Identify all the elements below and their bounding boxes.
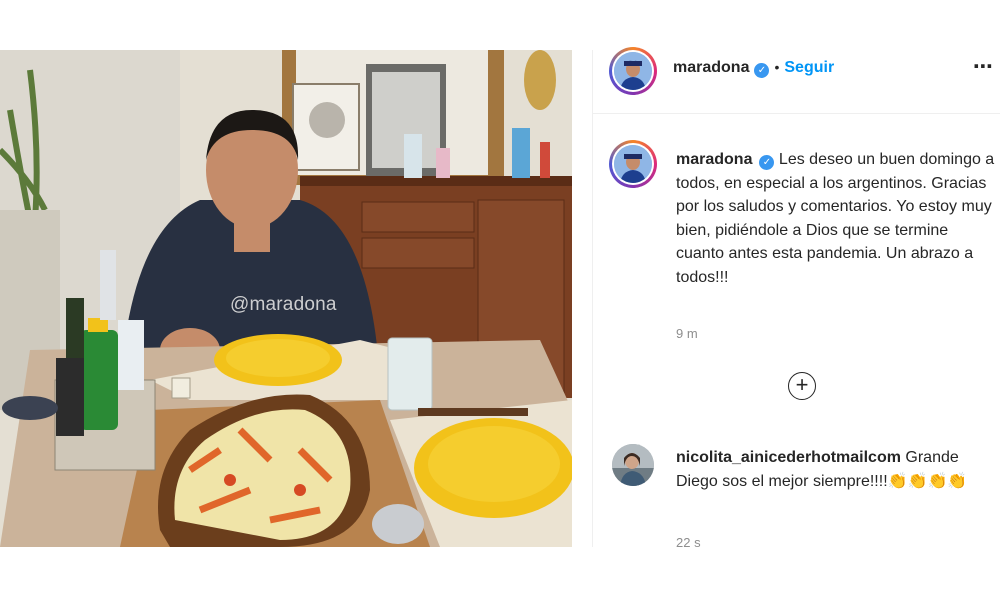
- caption-timestamp[interactable]: 9 m: [676, 326, 698, 341]
- header-user-row: maradona ✓ • Seguir: [673, 59, 834, 78]
- post-header: maradona ✓ • Seguir ⋯: [593, 47, 1000, 114]
- commenter-username[interactable]: nicolita_ainicederhotmailcom: [676, 449, 901, 466]
- verified-badge-icon: ✓: [754, 63, 770, 78]
- separator-dot: •: [774, 59, 780, 75]
- post-photo[interactable]: @maradona: [0, 50, 572, 547]
- author-username[interactable]: maradona: [673, 59, 749, 76]
- caption-body: maradona ✓ Les deseo un buen domingo a to…: [676, 148, 996, 289]
- comment-body: nicolita_ainicederhotmailcom Grande Dieg…: [676, 446, 998, 493]
- watermark-text: @maradona: [230, 294, 337, 315]
- verified-badge-icon: ✓: [759, 155, 775, 170]
- follow-button[interactable]: Seguir: [784, 59, 834, 76]
- author-avatar[interactable]: [609, 47, 657, 95]
- header-divider: [593, 113, 1000, 114]
- commenter-avatar[interactable]: [612, 444, 654, 486]
- caption-text: Les deseo un buen domingo a todos, en es…: [676, 151, 995, 286]
- caption-username[interactable]: maradona: [676, 151, 752, 168]
- panel-divider: [592, 50, 593, 547]
- load-more-comments-icon[interactable]: +: [788, 372, 816, 400]
- comment-timestamp[interactable]: 22 s: [676, 535, 701, 550]
- more-options-icon[interactable]: ⋯: [973, 54, 994, 79]
- caption-avatar[interactable]: [609, 140, 657, 188]
